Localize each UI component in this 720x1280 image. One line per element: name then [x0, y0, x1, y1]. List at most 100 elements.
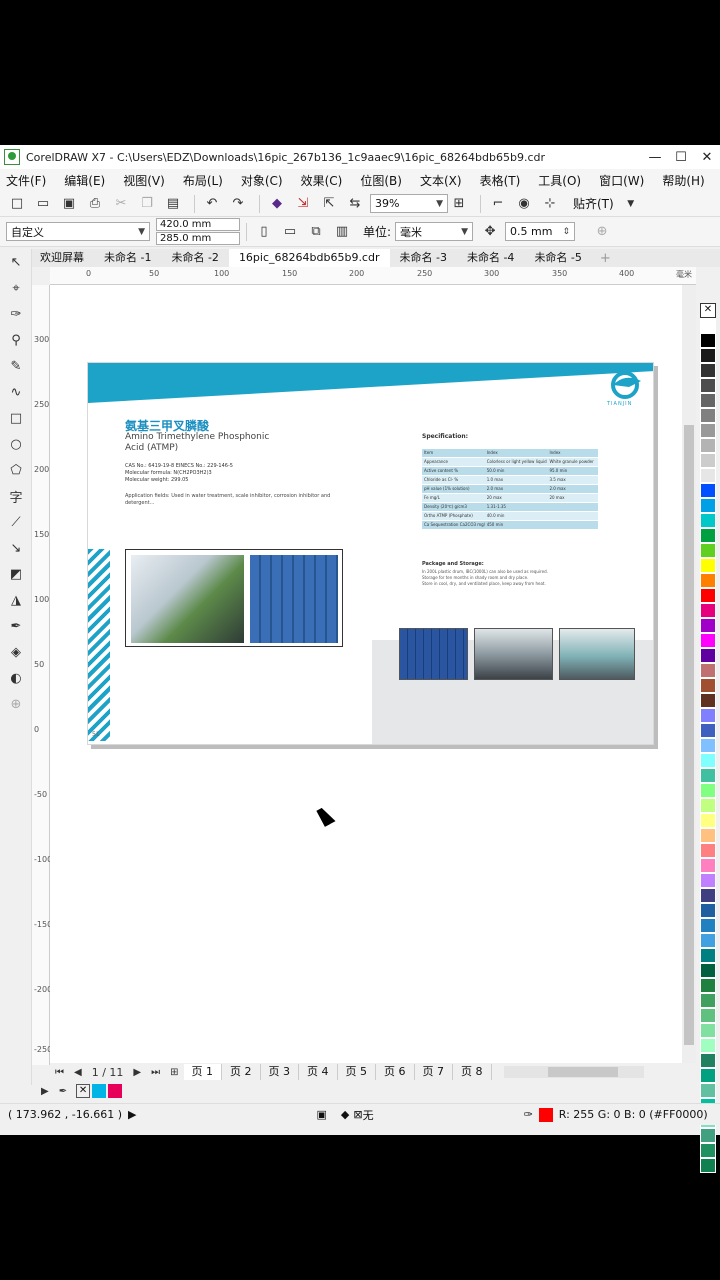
eyedropper-icon[interactable]: ✒	[59, 1086, 67, 1097]
page-tab-8[interactable]: 页 8	[453, 1064, 492, 1080]
add-tab-icon[interactable]: +	[600, 251, 611, 266]
color-swatch[interactable]	[700, 573, 716, 588]
last-page-icon[interactable]: ⏭	[151, 1067, 160, 1078]
tab-untitled-5[interactable]: 未命名 -5	[524, 249, 591, 267]
snap-to-menu[interactable]: 贴齐(T)	[573, 195, 614, 212]
paste-icon[interactable]: ▤	[162, 194, 184, 214]
page-tab-2[interactable]: 页 2	[222, 1064, 261, 1080]
next-page-icon[interactable]: ▶	[133, 1067, 141, 1078]
add-page-icon[interactable]: ⊞	[170, 1067, 178, 1078]
undo-icon[interactable]: ↶	[201, 194, 223, 214]
vertical-scroll-thumb[interactable]	[684, 425, 694, 1045]
horizontal-ruler[interactable]: 0 50 100 150 200 250 300 350 400 毫米	[50, 267, 696, 285]
color-swatch[interactable]	[700, 348, 716, 363]
color-swatch[interactable]	[700, 798, 716, 813]
full-screen-preview-icon[interactable]: ⊞	[448, 194, 470, 214]
tab-untitled-1[interactable]: 未命名 -1	[94, 249, 161, 267]
vertical-ruler[interactable]: 300 250 200 150 100 50 0 -50 -100 -150 -…	[32, 285, 52, 1065]
page-preset-select[interactable]: 自定义 ▼	[6, 222, 150, 241]
zoom-tool-icon[interactable]: ⚲	[0, 327, 32, 353]
color-swatch[interactable]	[700, 963, 716, 978]
magenta-swatch[interactable]	[108, 1084, 123, 1098]
color-swatch[interactable]	[700, 1038, 716, 1053]
chevron-down-icon[interactable]: ▼	[620, 194, 642, 214]
menu-help[interactable]: 帮助(H)	[662, 172, 704, 189]
redo-icon[interactable]: ↷	[227, 194, 249, 214]
menu-edit[interactable]: 编辑(E)	[64, 172, 105, 189]
close-button[interactable]: ✕	[694, 150, 720, 165]
color-swatch[interactable]	[700, 753, 716, 768]
print-icon[interactable]: ⎙	[84, 194, 106, 214]
color-swatch[interactable]	[700, 633, 716, 648]
menu-window[interactable]: 窗口(W)	[599, 172, 644, 189]
menu-file[interactable]: 文件(F)	[6, 172, 46, 189]
color-swatch[interactable]	[700, 408, 716, 423]
color-swatch[interactable]	[700, 1083, 716, 1098]
connector-tool-icon[interactable]: ↘	[0, 535, 32, 561]
color-swatch[interactable]	[700, 363, 716, 378]
page-tab-3[interactable]: 页 3	[261, 1064, 299, 1080]
current-page-icon[interactable]: ▥	[331, 222, 353, 242]
color-swatch[interactable]	[700, 678, 716, 693]
show-guidelines-icon[interactable]: ⊹	[539, 194, 561, 214]
artistic-media-icon[interactable]: ∿	[0, 379, 32, 405]
color-swatch[interactable]	[700, 1053, 716, 1068]
show-rulers-icon[interactable]: ⌐	[487, 194, 509, 214]
color-swatch[interactable]	[700, 1128, 716, 1143]
color-swatch[interactable]	[700, 393, 716, 408]
color-swatch[interactable]	[700, 603, 716, 618]
interactive-fill-icon[interactable]: ◈	[0, 639, 32, 665]
drawing-canvas[interactable]: TIANJIN 氨基三甲叉膦酸 Amino Trimethylene Phosp…	[50, 285, 696, 1065]
search-content-icon[interactable]: ◆	[266, 194, 288, 214]
color-swatch[interactable]	[700, 423, 716, 438]
color-swatch[interactable]	[700, 438, 716, 453]
new-document-icon[interactable]: □	[6, 194, 28, 214]
add-icon[interactable]: ⊕	[591, 222, 613, 242]
menu-effects[interactable]: 效果(C)	[301, 172, 343, 189]
publish-pdf-icon[interactable]: ⇆	[344, 194, 366, 214]
color-swatch[interactable]	[700, 768, 716, 783]
color-swatch[interactable]	[700, 873, 716, 888]
import-icon[interactable]: ⇲	[292, 194, 314, 214]
copy-icon[interactable]: ❐	[136, 194, 158, 214]
color-swatch[interactable]	[700, 1158, 716, 1173]
color-swatch[interactable]	[700, 483, 716, 498]
color-swatch[interactable]	[700, 498, 716, 513]
color-swatch[interactable]	[700, 903, 716, 918]
first-page-icon[interactable]: ⏮	[55, 1067, 64, 1078]
color-swatch[interactable]	[700, 453, 716, 468]
page-tab-5[interactable]: 页 5	[338, 1064, 376, 1080]
color-swatch[interactable]	[700, 543, 716, 558]
shape-tool-icon[interactable]: ⌖	[0, 275, 32, 301]
document-page[interactable]: TIANJIN 氨基三甲叉膦酸 Amino Trimethylene Phosp…	[87, 362, 654, 745]
save-icon[interactable]: ▣	[58, 194, 80, 214]
page-tab-4[interactable]: 页 4	[299, 1064, 338, 1080]
color-swatch[interactable]	[700, 1068, 716, 1083]
tab-welcome-screen[interactable]: 欢迎屏幕	[30, 249, 94, 267]
no-color-swatch[interactable]: ✕	[76, 1084, 91, 1098]
export-icon[interactable]: ⇱	[318, 194, 340, 214]
pick-tool-icon[interactable]: ↖	[0, 249, 32, 275]
cyan-swatch[interactable]	[92, 1084, 107, 1098]
transparency-icon[interactable]: ◮	[0, 587, 32, 613]
all-pages-icon[interactable]: ⧉	[305, 222, 327, 242]
color-swatch[interactable]	[700, 378, 716, 393]
zoom-level-select[interactable]: 39% ▼	[370, 194, 448, 213]
page-tab-1[interactable]: 页 1	[183, 1064, 222, 1080]
palette-play-icon[interactable]: ▶	[41, 1086, 49, 1097]
ellipse-tool-icon[interactable]: ○	[0, 431, 32, 457]
color-swatch[interactable]	[700, 783, 716, 798]
color-swatch[interactable]	[700, 1008, 716, 1023]
color-swatch[interactable]	[700, 588, 716, 603]
tab-untitled-4[interactable]: 未命名 -4	[457, 249, 524, 267]
color-swatch[interactable]	[700, 828, 716, 843]
color-swatch[interactable]	[700, 528, 716, 543]
freehand-tool-icon[interactable]: ✎	[0, 353, 32, 379]
color-swatch[interactable]	[700, 558, 716, 573]
color-swatch[interactable]	[700, 318, 716, 333]
color-swatch[interactable]	[700, 618, 716, 633]
color-swatch[interactable]	[700, 978, 716, 993]
page-width-field[interactable]: 420.0 mm	[156, 217, 240, 231]
add-tool-icon[interactable]: ⊕	[0, 691, 32, 717]
smart-fill-icon[interactable]: ◐	[0, 665, 32, 691]
